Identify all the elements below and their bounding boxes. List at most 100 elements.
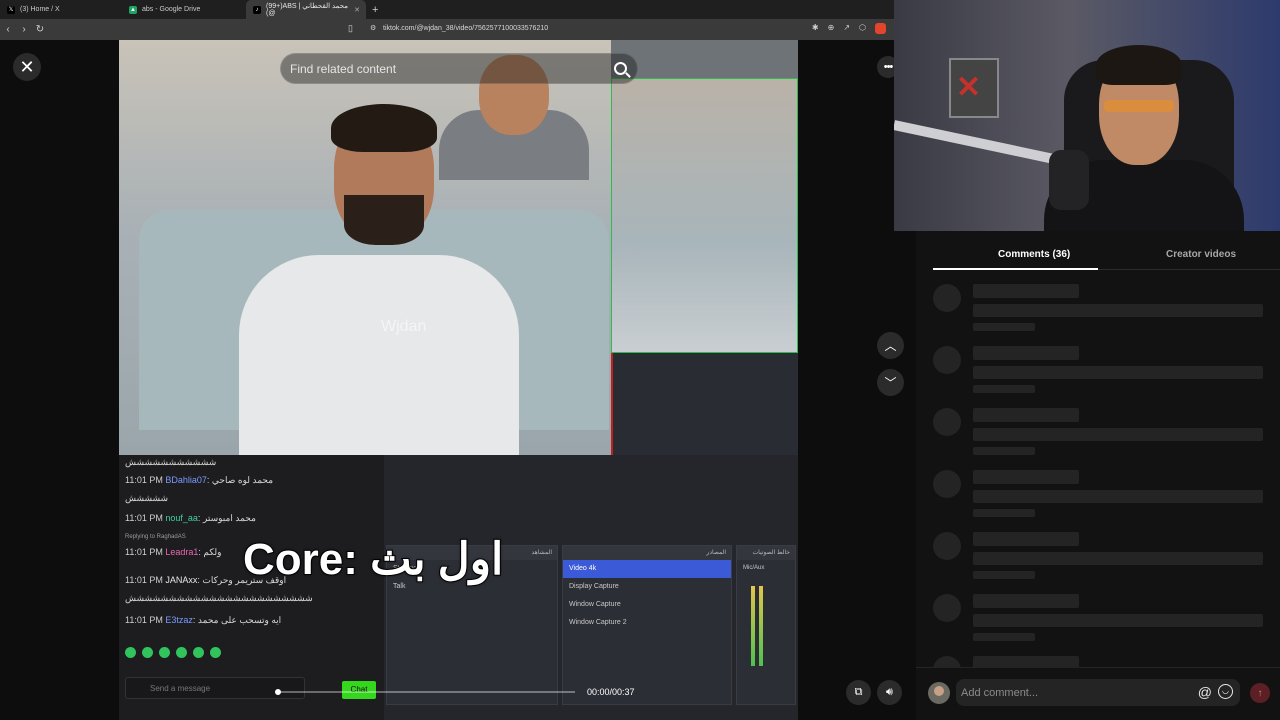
tab-creator-videos[interactable]: Creator videos [1166,249,1236,260]
close-icon[interactable]: ✕ [13,53,41,81]
skeleton-avatar [933,594,961,622]
emoji-icon[interactable]: ◡ [1218,684,1233,699]
video-player[interactable]: Wjdan ششششششششششش 11:01 PM BDahlia07: مح… [119,40,798,720]
skeleton-line [973,614,1263,627]
obs-window: المشاهد Starting Talk المصادر Video 4k D… [384,455,798,720]
related-search[interactable] [280,53,638,84]
tab-label: abs - Google Drive [142,6,201,13]
url-text[interactable]: tiktok.com/@wjdan_38/video/7562577100033… [383,25,548,32]
chat-line: ششششش [125,493,169,503]
tab-x-home[interactable]: 𝕏 (3) Home / X [0,0,122,19]
tab-label: (3) Home / X [20,6,60,13]
comment-skeleton [933,284,1263,334]
search-input[interactable] [290,61,600,76]
comment-skeleton [933,532,1263,582]
tab-google-drive[interactable]: ▲ abs - Google Drive [122,0,244,19]
obs-sources-panel: المصادر Video 4k Display Capture Window … [562,545,732,705]
skeleton-line [973,552,1263,565]
video-caption: Core: اول بث [242,534,504,585]
site-settings-icon[interactable]: ⚙ [370,24,376,32]
close-tab-icon[interactable]: ✕ [354,6,360,14]
skeleton-avatar [933,470,961,498]
volume-icon[interactable]: 🔊︎ [877,680,902,705]
comment-box[interactable]: @ ◡ [956,679,1240,706]
share-icon[interactable]: ↗ [843,23,850,34]
comment-skeleton [933,470,1263,520]
tab-comments[interactable]: Comments (36) [998,249,1070,260]
skeleton-avatar [933,532,961,560]
skeleton-line [973,408,1079,422]
toolbar-icons: ✱ ⊕ ↗ ⬡ [812,23,886,34]
progress-knob[interactable] [275,689,281,695]
chat-line: 11:01 PM Leadra1: ولكم [125,547,222,557]
audio-meter [759,586,763,666]
chat-line: Replying to RaghadAS [125,534,186,540]
skeleton-line [973,490,1263,503]
tab-label: (99+)ABS | محمد القحطاني (@ [266,3,348,17]
skeleton-avatar [933,408,961,436]
video-watermark: Wjdan [381,318,427,335]
chevron-down-icon[interactable]: ﹀ [877,369,904,396]
streamer-glasses [1104,100,1174,112]
webcam-overlay: ✕ [894,0,1280,231]
comment-skeleton [933,346,1263,396]
mention-icon[interactable]: @ [1198,684,1212,700]
skeleton-line [973,284,1079,298]
video-inset-scene [611,78,798,353]
translate-icon[interactable]: ✱ [812,23,819,34]
skeleton-line [973,366,1263,379]
comments-tabs: Comments (36) Creator videos [933,244,1280,270]
bookmark-icon[interactable]: ▯ [348,23,353,34]
chevron-up-icon[interactable]: ︿ [877,332,904,359]
extension-icon[interactable]: ⬡ [859,23,866,34]
send-button[interactable]: ↑ [1250,683,1270,703]
stream-chat-button: Chat [342,681,376,699]
skeleton-line [973,509,1035,517]
browser-tab-bar: 𝕏 (3) Home / X ▲ abs - Google Drive ♪ (9… [0,0,894,19]
brave-shield-icon[interactable] [875,23,886,34]
search-icon[interactable] [614,62,627,75]
main-person [219,104,519,455]
skeleton-line [973,385,1035,393]
person-body [239,255,519,455]
chat-line: ششششششششششش [125,457,217,467]
microphone [1049,150,1089,210]
skeleton-line [973,571,1035,579]
forward-icon[interactable]: › [16,24,32,35]
stream-chat-input: Send a message [125,677,305,699]
obs-mixer-panel: خالط الصوتيات Mic/Aux [736,545,796,705]
chat-line: 11:01 PM nouf_aa: محمد امبوستر [125,513,256,523]
floating-player-icon[interactable]: ⧉ [846,680,871,705]
comment-composer: @ ◡ ↑ [916,667,1280,720]
skeleton-line [973,428,1263,441]
streamer-hair [1096,45,1182,85]
google-drive-icon: ▲ [129,5,137,14]
skeleton-line [973,323,1035,331]
tab-tiktok[interactable]: ♪ (99+)ABS | محمد القحطاني (@ ✕ [246,0,366,19]
skeleton-line [973,594,1079,608]
skeleton-line [973,304,1263,317]
chat-line: 11:01 PM E3tzaz: ايه وتسحب على محمد [125,615,282,625]
reload-icon[interactable]: ↻ [32,24,48,35]
progress-bar[interactable] [275,689,575,695]
poster-mark: ✕ [956,71,982,104]
playback-time: 00:00/00:37 [587,687,635,697]
zoom-icon[interactable]: ⊕ [828,23,835,34]
back-icon[interactable]: ‹ [0,24,16,35]
stream-chat: ششششششششششش 11:01 PM BDahlia07: محمد لوه… [119,455,384,720]
skeleton-avatar [933,346,961,374]
new-tab-icon[interactable]: + [372,4,378,16]
skeleton-line [973,633,1035,641]
chat-line: ششششششششششششششششششششششش [125,593,313,603]
chat-line: 11:01 PM BDahlia07: محمد لوه صاحي [125,475,274,485]
video-room-scene: Wjdan [119,40,611,455]
skeleton-line [973,346,1079,360]
active-tab-indicator [933,268,1098,270]
mic-arm [894,120,1062,166]
comment-input[interactable] [961,679,1181,706]
comment-skeleton [933,594,1263,644]
comments-panel: Comments (36) Creator videos [916,231,1280,720]
skeleton-avatar [933,284,961,312]
avatar[interactable] [928,682,950,704]
skeleton-line [973,470,1079,484]
